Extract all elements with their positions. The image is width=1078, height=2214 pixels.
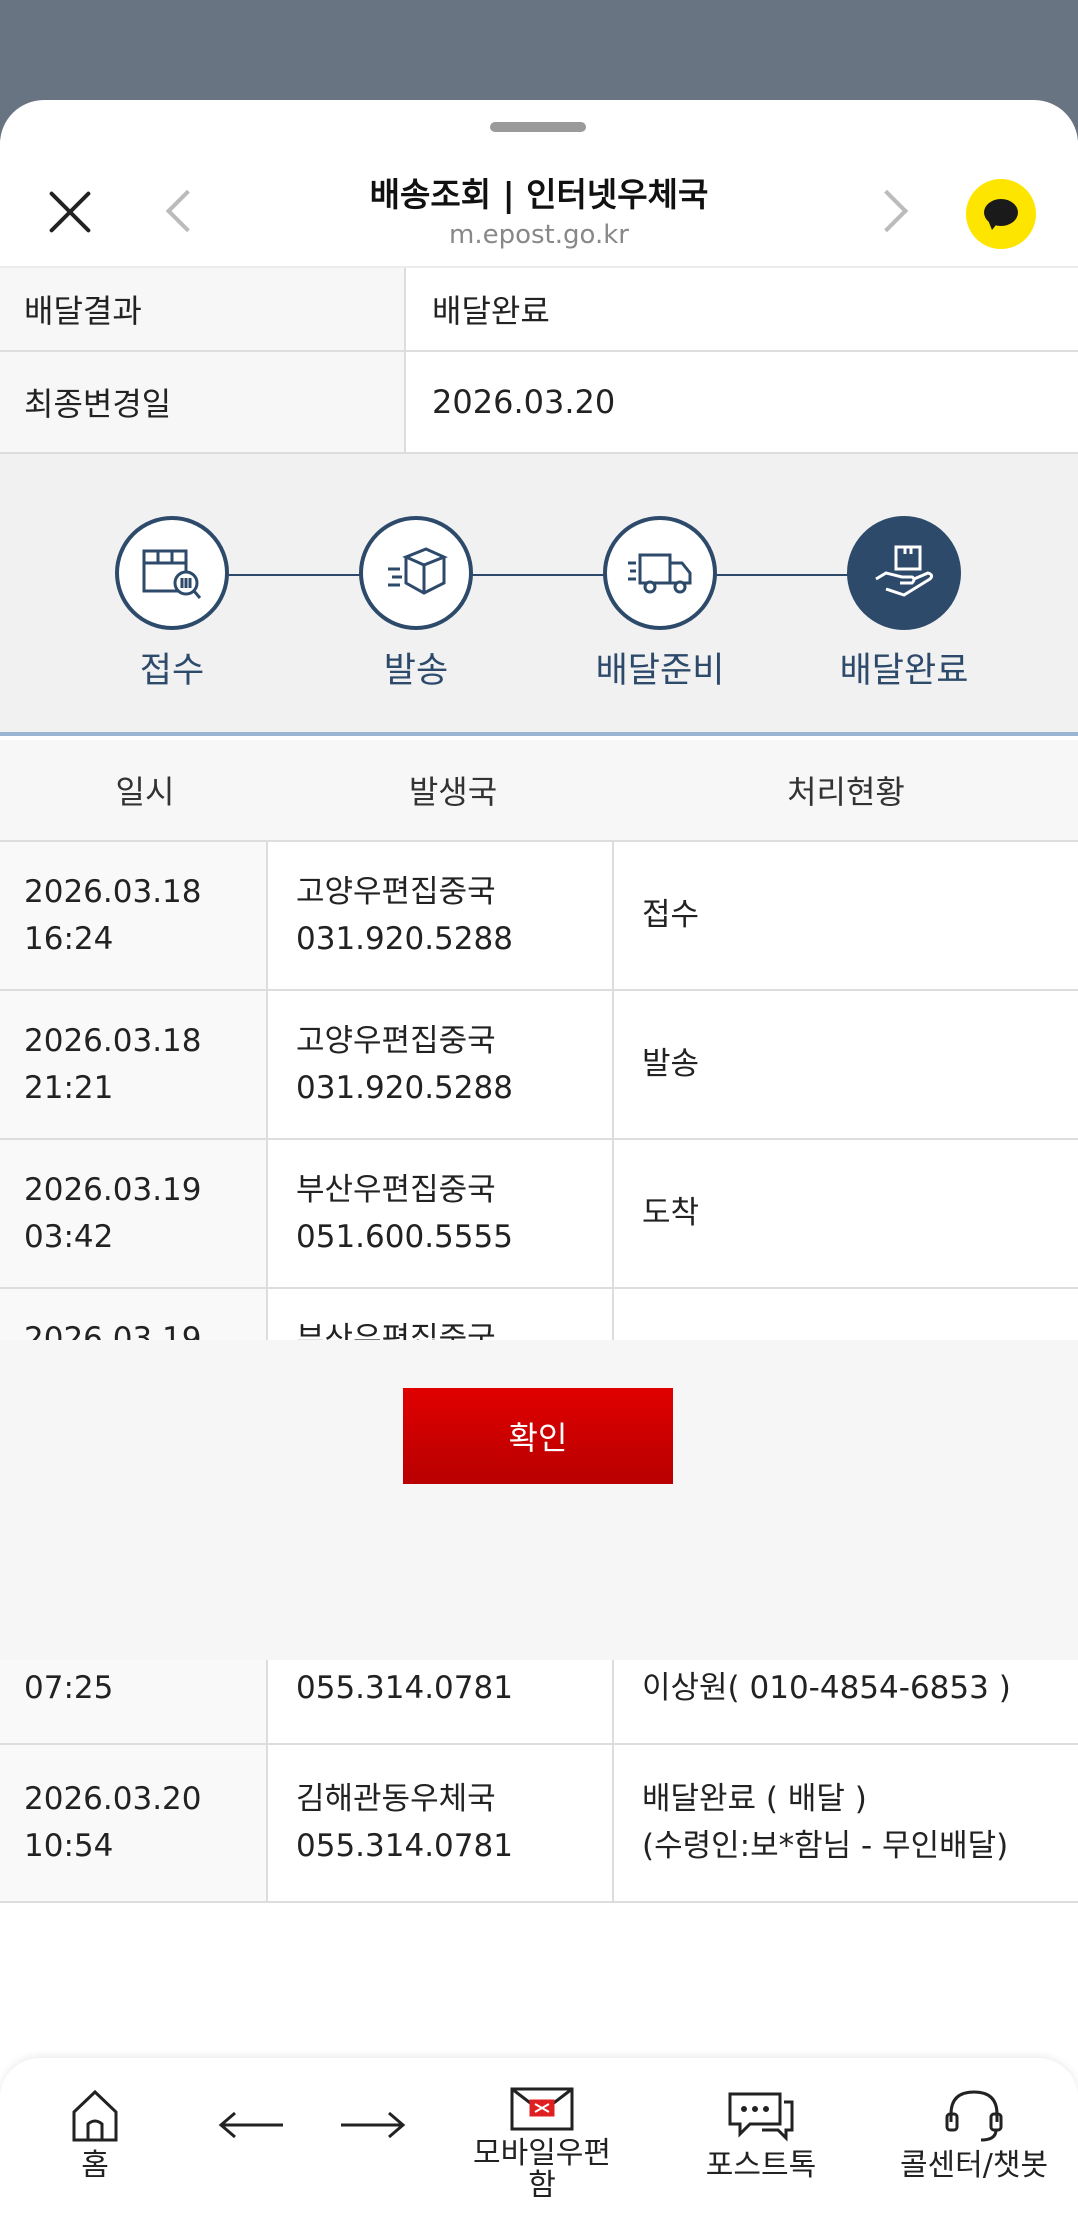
step-label: 배달준비 [595, 651, 725, 691]
progress-line [176, 574, 904, 576]
cell-datetime: 2026.03.18 16:24 [0, 842, 268, 989]
home-icon [72, 2089, 118, 2142]
cell-office-name: 고양우편집중국 [296, 1022, 496, 1059]
cell-status: 도착 [614, 1140, 1078, 1287]
nav-home[interactable]: 홈 [60, 2088, 130, 2184]
cell-office: 부산우편집중국 051.600.5555 [268, 1140, 614, 1287]
cell-office-name: 김해관동우체국 [296, 1781, 496, 1817]
hand-box-icon [847, 516, 961, 630]
nav-posttalk[interactable]: 포스트톡 [696, 2088, 826, 2184]
nav-home-label: 홈 [81, 2148, 109, 2183]
cell-time: 10:54 [24, 1828, 114, 1864]
table-row: 2026.03.19 03:42 부산우편집중국 051.600.5555 도착 [0, 1140, 1078, 1289]
cell-office-name: 부산우편집중국 [296, 1171, 496, 1208]
cell-date: 2026.03.18 [24, 1022, 202, 1059]
cell-datetime: 2026.03.19 03:42 [0, 1140, 268, 1287]
cell-office-phone: 055.314.0781 [296, 1670, 513, 1706]
mail-icon [510, 2087, 574, 2131]
table-row: 2026.03.20 10:54 김해관동우체국 055.314.0781 배달완료 (… [0, 1745, 1078, 1903]
bottom-navigation: 홈 모바일우편함 포스트톡 콜센터/챗봇 [0, 2058, 1078, 2214]
cell-date: 2026.03.20 [24, 1781, 202, 1817]
cell-status-line1: 발송 [642, 1046, 700, 1082]
delivery-summary: 배달결과 배달완료 최종변경일 2026.03.20 [0, 268, 1078, 454]
box-icon [359, 516, 473, 630]
nav-mobile-postcard-label: 모바일우편함 [473, 2136, 611, 2203]
back-arrow-icon[interactable] [214, 2110, 290, 2144]
page-url: m.epost.go.kr [449, 220, 629, 250]
bottom-sheet: 배송조회 | 인터넷우체국 m.epost.go.kr 배달결과 배달완료 최종… [0, 100, 1078, 2214]
step-ready: 배달준비 [560, 516, 760, 693]
cell-status: 발송 [614, 991, 1078, 1138]
cell-status-line2: (수령인:보*함님 - 무인배달) [642, 1828, 1009, 1864]
cell-office: 고양우편집중국 031.920.5288 [268, 991, 614, 1138]
table-header: 일시 발생국 처리현황 [0, 740, 1078, 842]
step-label: 접수 [139, 651, 205, 691]
cell-time: 21:21 [24, 1069, 114, 1106]
nav-callcenter-label: 콜센터/챗봇 [899, 2148, 1049, 2183]
tracking-table: 일시 발생국 처리현황 2026.03.18 16:24 고양우편집중국 031.92… [0, 740, 1078, 1903]
summary-row: 배달결과 배달완료 [0, 268, 1078, 352]
column-header-office: 발생국 [408, 773, 498, 811]
table-row: 2026.03.18 21:21 고양우편집중국 031.920.5288 발송 [0, 991, 1078, 1140]
receipt-search-icon [115, 516, 229, 630]
kakao-talk-icon[interactable] [966, 179, 1036, 249]
summary-label: 배달결과 [0, 268, 406, 350]
sheet-drag-handle[interactable] [490, 122, 586, 132]
summary-value: 2026.03.20 [432, 383, 616, 421]
step-dispatched: 발송 [316, 516, 516, 693]
step-received: 접수 [72, 516, 272, 693]
forward-arrow-icon[interactable] [334, 2110, 410, 2144]
step-label: 배달완료 [839, 651, 969, 691]
cell-time: 07:25 [24, 1670, 114, 1706]
confirm-button[interactable]: 확인 [403, 1388, 673, 1484]
chat-icon [728, 2092, 794, 2142]
nav-mobile-postcard[interactable]: 모바일우편함 [462, 2084, 622, 2202]
cell-status: 접수 [614, 842, 1078, 989]
cell-office-phone: 051.600.5555 [296, 1218, 513, 1255]
delivery-progress: 접수 발송 배달준비 배달완료 [0, 454, 1078, 736]
cell-office-phone: 055.314.0781 [296, 1828, 513, 1864]
page-title: 배송조회 | 인터넷우체국 [369, 175, 709, 214]
cell-office: 고양우편집중국 031.920.5288 [268, 842, 614, 989]
cell-status-line1: 접수 [642, 897, 700, 933]
step-label: 발송 [383, 651, 449, 691]
cell-date: 2026.03.19 [24, 1171, 202, 1208]
truck-icon [603, 516, 717, 630]
cell-office-name: 고양우편집중국 [296, 873, 496, 910]
column-header-datetime: 일시 [115, 773, 175, 811]
cell-office-phone: 031.920.5288 [296, 1069, 513, 1106]
headset-icon [945, 2090, 1003, 2142]
step-delivered: 배달완료 [804, 516, 1004, 693]
cell-datetime: 2026.03.20 10:54 [0, 1745, 268, 1901]
cell-status: 배달완료 ( 배달 ) (수령인:보*함님 - 무인배달) [614, 1745, 1078, 1901]
summary-label: 최종변경일 [0, 352, 406, 452]
cell-time: 16:24 [24, 920, 114, 957]
button-area: 확인 [0, 1340, 1078, 1660]
table-row: 2026.03.18 16:24 고양우편집중국 031.920.5288 접수 [0, 842, 1078, 991]
nav-callcenter[interactable]: 콜센터/챗봇 [884, 2088, 1064, 2184]
cell-datetime: 2026.03.18 21:21 [0, 991, 268, 1138]
browser-header: 배송조회 | 인터넷우체국 m.epost.go.kr [0, 140, 1078, 268]
nav-posttalk-label: 포스트톡 [705, 2148, 817, 2183]
cell-status-line2: 이상원( 010-4854-6853 ) [642, 1670, 1011, 1706]
cell-office-phone: 031.920.5288 [296, 920, 513, 957]
cell-office: 김해관동우체국 055.314.0781 [268, 1745, 614, 1901]
column-header-status: 처리현황 [787, 773, 905, 811]
cell-status-line1: 도착 [642, 1195, 700, 1231]
summary-value: 배달완료 [432, 292, 550, 330]
summary-row: 최종변경일 2026.03.20 [0, 352, 1078, 454]
cell-date: 2026.03.18 [24, 873, 202, 910]
cell-time: 03:42 [24, 1218, 114, 1255]
cell-status-line1: 배달완료 ( 배달 ) [642, 1781, 867, 1817]
